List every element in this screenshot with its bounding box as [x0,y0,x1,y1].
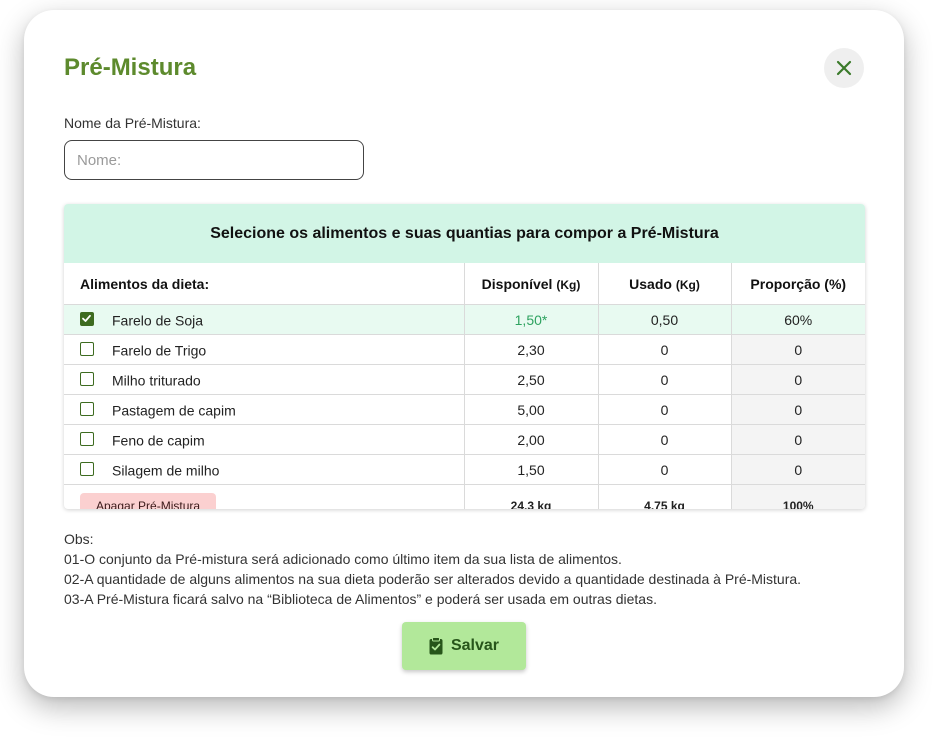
checkbox-checked[interactable] [80,312,94,327]
used-cell: 0,50 [598,304,732,335]
food-name: Pastagem de capim [112,402,236,419]
food-name: Silagem de milho [112,462,220,479]
table-row[interactable]: Silagem de milho 1,50 0 0 [64,454,865,485]
note-line: 01-O conjunto da Pré-mistura será adicio… [64,551,622,567]
available-cell: 2,50 [464,364,599,395]
proportion-cell: 0 [731,364,865,395]
col-header-food: Alimentos da dieta: [64,263,465,305]
available-cell: 2,00 [464,424,599,455]
name-input[interactable] [64,140,364,180]
table-row[interactable]: Pastagem de capim 5,00 0 0 [64,394,865,425]
col-header-available: Disponível (Kg) [464,263,599,305]
proportion-cell: 0 [731,454,865,485]
save-button-label: Salvar [450,637,500,654]
food-name: Farelo de Trigo [112,342,207,359]
table-row[interactable]: Milho triturado 2,50 0 0 [64,364,865,395]
close-icon [835,59,853,77]
clipboard-check-icon [429,637,443,655]
available-cell: 2,30 [464,334,599,365]
used-cell: 0 [598,394,732,425]
checkbox[interactable] [80,342,94,357]
checkbox[interactable] [80,372,94,387]
used-cell: 0 [598,334,732,365]
note-line: 02-A quantidade de alguns alimentos na s… [64,571,802,587]
note-line: 03-A Pré-Mistura ficará salvo na “Biblio… [64,591,657,607]
table-row[interactable]: Feno de capim 2,00 0 0 [64,424,865,455]
name-field-label: Nome da Pré-Mistura: [64,115,201,131]
food-name: Milho triturado [112,372,201,389]
available-cell: 1,50* [464,304,599,335]
proportion-cell: 0 [731,394,865,425]
checkbox[interactable] [80,432,94,447]
save-button[interactable]: Salvar [402,622,526,670]
table-row[interactable]: Farelo de Trigo 2,30 0 0 [64,334,865,365]
close-button[interactable] [824,48,864,88]
checkbox[interactable] [80,402,94,417]
available-cell: 5,00 [464,394,599,425]
total-available: 24,3 kg [464,484,599,509]
table-heading: Selecione os alimentos e suas quantias p… [64,204,865,263]
checkbox[interactable] [80,462,94,477]
modal-title: Pré-Mistura [64,54,197,81]
col-header-proportion: Proporção (%) [731,263,865,305]
pre-mix-modal: Pré-Mistura Nome da Pré-Mistura: Selecio… [24,10,904,697]
proportion-cell: 0 [731,424,865,455]
notes: Obs: 01-O conjunto da Pré-mistura será a… [64,529,801,609]
total-used: 4,75 kg [598,484,732,509]
total-proportion: 100% [731,484,865,509]
food-name: Feno de capim [112,432,205,449]
used-cell: 0 [598,424,732,455]
used-cell: 0 [598,364,732,395]
foods-table: Alimentos da dieta: Disponível (Kg) Usad… [64,263,865,509]
food-name: Farelo de Soja [112,312,204,329]
proportion-cell: 0 [731,334,865,365]
notes-title: Obs: [64,531,94,547]
foods-table-card: Selecione os alimentos e suas quantias p… [64,204,865,509]
table-footer-row: Apagar Pré-Mistura 24,3 kg 4,75 kg 100% [64,484,865,509]
col-header-used: Usado (Kg) [598,263,732,305]
delete-premix-button[interactable]: Apagar Pré-Mistura [80,492,217,509]
table-row[interactable]: Farelo de Soja 1,50* 0,50 60% [64,304,865,335]
available-cell: 1,50 [464,454,599,485]
proportion-cell: 60% [731,304,865,335]
used-cell: 0 [598,454,732,485]
